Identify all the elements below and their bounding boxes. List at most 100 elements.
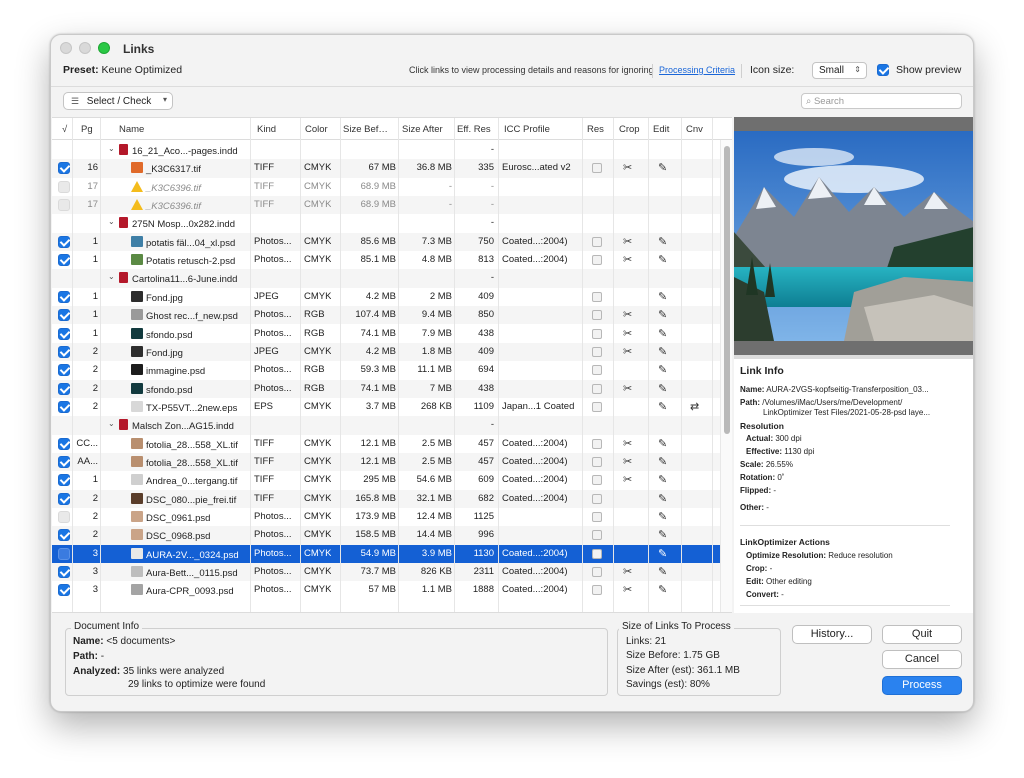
table-row[interactable]: 2 DSC_0968.psd Photos... CMYK 158.5 MB 14.4 M… <box>52 526 720 545</box>
row-checkbox[interactable] <box>58 400 70 413</box>
pipette-icon[interactable]: ✎ <box>658 583 667 596</box>
scissors-icon[interactable]: ✂ <box>623 437 632 450</box>
table-row[interactable]: AA... fotolia_28...558_XL.tif TIFF CMYK 12.1… <box>52 452 720 472</box>
select-check-menu[interactable]: ☰ Select / Check ▾ <box>63 92 173 110</box>
row-checkbox[interactable] <box>58 584 70 597</box>
resolution-checkbox[interactable] <box>592 493 602 504</box>
row-checkbox[interactable] <box>58 547 70 560</box>
scissors-icon[interactable]: ✂ <box>623 253 632 266</box>
resolution-checkbox[interactable] <box>592 365 602 376</box>
resolution-checkbox[interactable] <box>592 328 602 339</box>
table-row[interactable]: 2 Fond.jpg JPEG CMYK 4.2 MB 1.8 MB 409 ✂ ✎ <box>52 342 720 362</box>
scissors-icon[interactable]: ✂ <box>623 583 632 596</box>
scissors-icon[interactable]: ✂ <box>623 345 632 358</box>
document-group-row[interactable]: ⌄ 275N Mosp...0x282.indd - <box>52 214 720 232</box>
document-group-row[interactable]: ⌄ Malsch Zon...AG15.indd - <box>52 416 720 435</box>
resolution-checkbox[interactable] <box>592 346 602 357</box>
disclosure-chevron-icon[interactable]: ⌄ <box>108 144 115 153</box>
resolution-checkbox[interactable] <box>592 530 602 541</box>
disclosure-chevron-icon[interactable]: ⌄ <box>108 217 115 226</box>
table-row[interactable]: 1 Andrea_0...tergang.tif TIFF CMYK 295 MB 54.… <box>52 471 720 489</box>
table-row[interactable]: 2 sfondo.psd Photos... RGB 74.1 MB 7 MB 438 ✂ ✎ <box>52 379 720 398</box>
pipette-icon[interactable]: ✎ <box>658 253 667 266</box>
scissors-icon[interactable]: ✂ <box>623 161 632 174</box>
row-checkbox[interactable] <box>58 199 70 212</box>
resolution-checkbox[interactable] <box>592 456 602 467</box>
table-row[interactable]: 2 DSC_0961.psd Photos... CMYK 173.9 MB 12.4 M… <box>52 508 720 526</box>
pipette-icon[interactable]: ✎ <box>658 363 667 376</box>
scrollbar-thumb[interactable] <box>724 146 730 434</box>
pipette-icon[interactable]: ✎ <box>658 510 667 523</box>
table-row[interactable]: CC... fotolia_28...558_XL.tif TIFF CMYK 12.1… <box>52 435 720 453</box>
resolution-checkbox[interactable] <box>592 438 602 449</box>
pipette-icon[interactable]: ✎ <box>658 235 667 248</box>
scissors-icon[interactable]: ✂ <box>623 327 632 340</box>
resolution-checkbox[interactable] <box>592 291 602 302</box>
disclosure-chevron-icon[interactable]: ⌄ <box>108 419 115 428</box>
table-row[interactable]: 2 DSC_080...pie_frei.tif TIFF CMYK 165.8 MB 3… <box>52 489 720 508</box>
disclosure-chevron-icon[interactable]: ⌄ <box>108 272 115 281</box>
resolution-checkbox[interactable] <box>592 475 602 486</box>
pipette-icon[interactable]: ✎ <box>658 290 667 303</box>
scissors-icon[interactable]: ✂ <box>623 473 632 486</box>
table-row[interactable]: 3 AURA-2V..._0324.psd Photos... CMYK 54.9 MB… <box>52 544 720 563</box>
row-checkbox[interactable] <box>58 254 70 267</box>
resolution-checkbox[interactable] <box>592 236 602 247</box>
table-row[interactable]: 3 Aura-Bett..._0115.psd Photos... CMYK 73.7 … <box>52 563 720 582</box>
swap-arrows-icon[interactable]: ⇄ <box>690 400 699 413</box>
resolution-checkbox[interactable] <box>592 310 602 321</box>
pipette-icon[interactable]: ✎ <box>658 455 667 468</box>
resolution-checkbox[interactable] <box>592 548 602 559</box>
close-window-button[interactable] <box>60 42 72 54</box>
col-name[interactable]: Name <box>119 124 144 135</box>
quit-button[interactable]: Quit <box>882 625 962 644</box>
pipette-icon[interactable]: ✎ <box>658 473 667 486</box>
minimize-window-button[interactable] <box>79 42 91 54</box>
icon-size-select[interactable]: Small ⇕ <box>812 62 867 79</box>
cancel-button[interactable]: Cancel <box>882 650 962 669</box>
scissors-icon[interactable]: ✂ <box>623 565 632 578</box>
document-group-row[interactable]: ⌄ 16_21_Aco...-pages.indd - <box>52 141 720 159</box>
col-cnv[interactable]: Cnv <box>686 124 703 135</box>
row-checkbox[interactable] <box>58 290 70 303</box>
row-checkbox[interactable] <box>58 474 70 487</box>
col-kind[interactable]: Kind <box>257 124 276 135</box>
row-checkbox[interactable] <box>58 235 70 248</box>
process-button[interactable]: Process <box>882 676 962 695</box>
resolution-checkbox[interactable] <box>592 512 602 522</box>
pipette-icon[interactable]: ✎ <box>658 382 667 395</box>
table-row[interactable]: 1 Fond.jpg JPEG CMYK 4.2 MB 2 MB 409 ✎ <box>52 288 720 306</box>
zoom-window-button[interactable] <box>98 42 110 54</box>
resolution-checkbox[interactable] <box>592 401 602 412</box>
resolution-checkbox[interactable] <box>592 163 602 174</box>
pipette-icon[interactable]: ✎ <box>658 437 667 450</box>
resolution-checkbox[interactable] <box>592 255 602 266</box>
document-group-row[interactable]: ⌄ Cartolina11...6-June.indd - <box>52 269 720 288</box>
row-checkbox[interactable] <box>58 529 70 542</box>
table-row[interactable]: 17 _K3C6396.tif TIFF CMYK 68.9 MB - - <box>52 178 720 196</box>
table-row[interactable]: 1 sfondo.psd Photos... RGB 74.1 MB 7.9 MB 438 ✂… <box>52 325 720 343</box>
resolution-checkbox[interactable] <box>592 383 602 394</box>
table-row[interactable]: 1 Potatis retusch-2.psd Photos... CMYK 85.1 … <box>52 251 720 269</box>
pipette-icon[interactable]: ✎ <box>658 345 667 358</box>
col-pg[interactable]: Pg <box>81 124 93 135</box>
row-checkbox[interactable] <box>58 437 70 450</box>
row-checkbox[interactable] <box>58 327 70 340</box>
search-input[interactable]: ⌕ Search <box>801 93 962 109</box>
pipette-icon[interactable]: ✎ <box>658 308 667 321</box>
row-checkbox[interactable] <box>58 511 70 523</box>
row-checkbox[interactable] <box>58 492 70 505</box>
row-checkbox[interactable] <box>58 455 70 468</box>
table-scrollbar[interactable] <box>720 140 732 612</box>
pipette-icon[interactable]: ✎ <box>658 492 667 505</box>
col-size-after[interactable]: Size After <box>402 124 443 135</box>
row-checkbox[interactable] <box>58 364 70 377</box>
history-button[interactable]: History... <box>792 625 872 644</box>
processing-criteria-link[interactable]: Processing Criteria <box>659 65 735 75</box>
table-row[interactable]: 2 TX-P55VT...2new.eps EPS CMYK 3.7 MB 268 KB 1… <box>52 398 720 416</box>
col-eff-res[interactable]: Eff. Res <box>457 124 491 135</box>
scissors-icon[interactable]: ✂ <box>623 235 632 248</box>
scissors-icon[interactable]: ✂ <box>623 382 632 395</box>
row-checkbox[interactable] <box>58 162 70 175</box>
pipette-icon[interactable]: ✎ <box>658 327 667 340</box>
